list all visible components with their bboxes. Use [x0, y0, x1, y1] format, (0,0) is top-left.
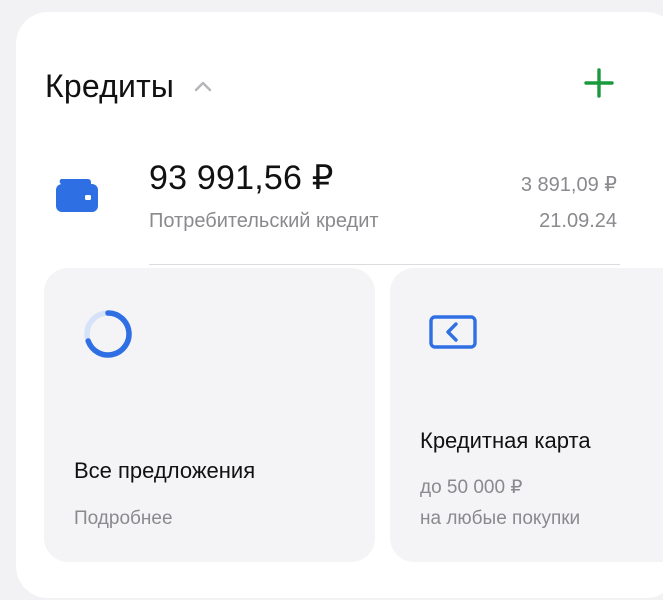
all-offers-card[interactable]: Все предложения Подробнее	[44, 268, 375, 562]
plus-icon	[584, 68, 614, 98]
credit-card-offer[interactable]: Кредитная карта до 50 000 ₽ на любые пок…	[390, 268, 663, 562]
loan-payment-date: 21.09.24	[539, 210, 617, 232]
section-title: Кредиты	[45, 68, 175, 104]
credit-card-title: Кредитная карта	[420, 428, 591, 453]
offers-title: Все предложения	[74, 458, 256, 483]
loan-amount: 93 991,56 ₽	[149, 159, 334, 197]
credit-card-purpose: на любые покупки	[420, 508, 581, 529]
credit-card-limit: до 50 000 ₽	[420, 477, 523, 498]
loan-item[interactable]: 93 991,56 ₽ Потребительский кредит 3 891…	[45, 148, 625, 264]
divider	[149, 264, 620, 265]
offers-details-link[interactable]: Подробнее	[74, 508, 173, 530]
loan-name: Потребительский кредит	[149, 210, 379, 232]
add-credit-button[interactable]	[580, 64, 618, 102]
chevron-up-icon[interactable]	[192, 76, 214, 98]
section-header[interactable]: Кредиты	[45, 68, 214, 105]
credits-panel: Кредиты 93 991,56 ₽ Потребительский кред…	[16, 12, 663, 598]
progress-ring-icon	[84, 310, 132, 358]
loan-payment: 3 891,09 ₽	[520, 174, 617, 196]
card-arrow-icon	[429, 315, 477, 349]
wallet-icon	[56, 179, 98, 212]
